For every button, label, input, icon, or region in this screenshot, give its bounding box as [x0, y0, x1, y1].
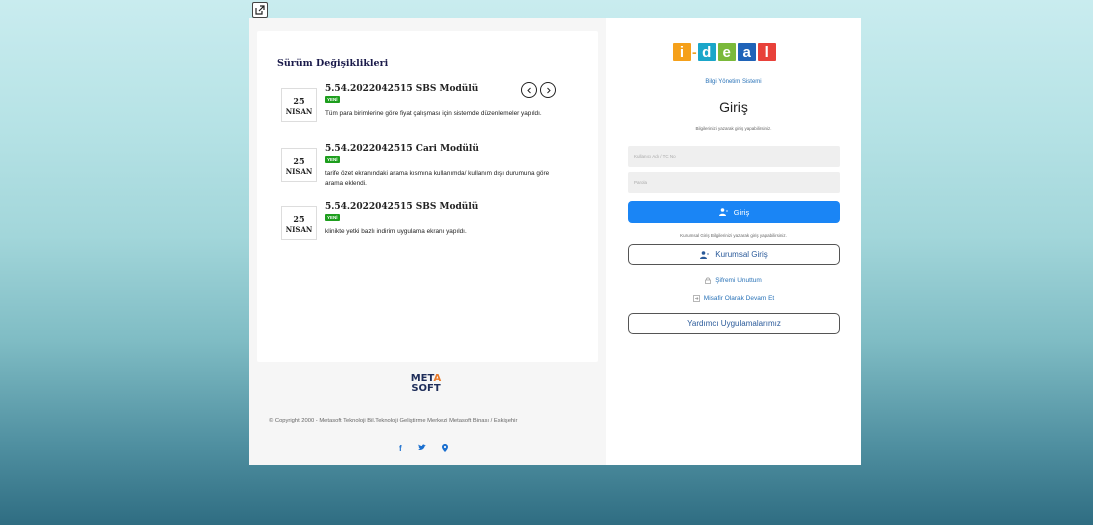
chevron-right-icon	[546, 87, 551, 93]
logo-dash: -	[692, 44, 697, 60]
logo-tile: d	[697, 43, 716, 61]
date-box: 25 NISAN	[281, 206, 317, 240]
username-input[interactable]	[628, 146, 840, 167]
new-badge: YENİ	[325, 156, 340, 163]
left-panel: Sürüm Değişiklikleri 25 NISAN 5.54.20220…	[249, 18, 606, 465]
sign-in-icon	[692, 295, 700, 302]
login-button-label: Giriş	[733, 207, 750, 217]
corporate-hint: Kurumsal Giriş Bilgilerinizi yazarak gir…	[680, 233, 787, 238]
forgot-password-label: Şifremi Unuttum	[715, 277, 762, 284]
password-input[interactable]	[628, 172, 840, 193]
system-subtitle: Bilgi Yönetim Sistemi	[705, 79, 762, 85]
guest-label: Misafir Olarak Devam Et	[703, 295, 775, 302]
location-icon[interactable]	[441, 444, 448, 454]
copyright-text: © Copyright 2000 - Metasoft Teknoloji Bi…	[269, 418, 518, 424]
guest-link[interactable]: Misafir Olarak Devam Et	[606, 295, 861, 302]
date-box: 25 NISAN	[281, 148, 317, 182]
user-icon	[718, 208, 728, 216]
social-links: f	[399, 444, 448, 454]
login-card: Sürüm Değişiklikleri 25 NISAN 5.54.20220…	[249, 18, 861, 465]
next-button[interactable]	[540, 82, 556, 98]
logo-tile: a	[737, 43, 756, 61]
change-description: Tüm para birimlerine göre fiyat çalışmas…	[325, 110, 542, 117]
date-month: NISAN	[285, 225, 313, 234]
version-changes-title: Sürüm Değişiklikleri	[277, 58, 389, 69]
change-description: tarife özet ekranındaki arama kısmına ku…	[325, 170, 550, 187]
new-badge: YENİ	[325, 96, 340, 103]
ideal-logo: i - d e a l	[673, 43, 776, 61]
logo-tile: e	[717, 43, 736, 61]
login-button[interactable]: Giriş	[628, 201, 840, 223]
logo-text-soft: SOFT	[411, 383, 441, 394]
forgot-password-link[interactable]: Şifremi Unuttum	[606, 277, 861, 284]
date-month: NISAN	[285, 107, 313, 116]
changes-nav	[521, 82, 556, 98]
facebook-icon[interactable]: f	[399, 444, 402, 454]
logo-tile: l	[757, 43, 776, 61]
open-external-icon[interactable]	[252, 2, 268, 18]
user-icon	[700, 250, 710, 259]
corporate-login-label: Kurumsal Giriş	[715, 250, 768, 259]
lock-icon	[705, 277, 712, 284]
date-day: 25	[293, 96, 305, 106]
change-title: 5.54.2022042515 SBS Modülü	[325, 202, 479, 212]
date-month: NISAN	[285, 167, 313, 176]
helper-apps-button[interactable]: Yardımcı Uygulamalarımız	[628, 313, 840, 334]
helper-apps-label: Yardımcı Uygulamalarımız	[687, 319, 781, 328]
login-title: Giriş	[719, 99, 748, 115]
login-hint: Bilgilerinizi yazarak giriş yapabilirsin…	[695, 126, 772, 131]
change-title: 5.54.2022042515 Cari Modülü	[325, 144, 479, 154]
new-badge: YENİ	[325, 214, 340, 221]
date-day: 25	[293, 156, 305, 166]
logo-tile: i	[673, 43, 691, 61]
date-box: 25 NISAN	[281, 88, 317, 122]
change-title: 5.54.2022042515 SBS Modülü	[325, 84, 479, 94]
metasoft-logo: META SOFT	[396, 374, 456, 394]
date-day: 25	[293, 214, 305, 224]
login-panel: i - d e a l Bilgi Yönetim Sistemi Giriş …	[606, 18, 861, 465]
corporate-login-button[interactable]: Kurumsal Giriş	[628, 244, 840, 265]
twitter-icon[interactable]	[417, 444, 426, 454]
chevron-left-icon	[526, 87, 531, 93]
change-description: klinikte yetki bazlı indirim uygulama ek…	[325, 228, 467, 235]
previous-button[interactable]	[521, 82, 537, 98]
version-changes-panel	[257, 31, 598, 362]
